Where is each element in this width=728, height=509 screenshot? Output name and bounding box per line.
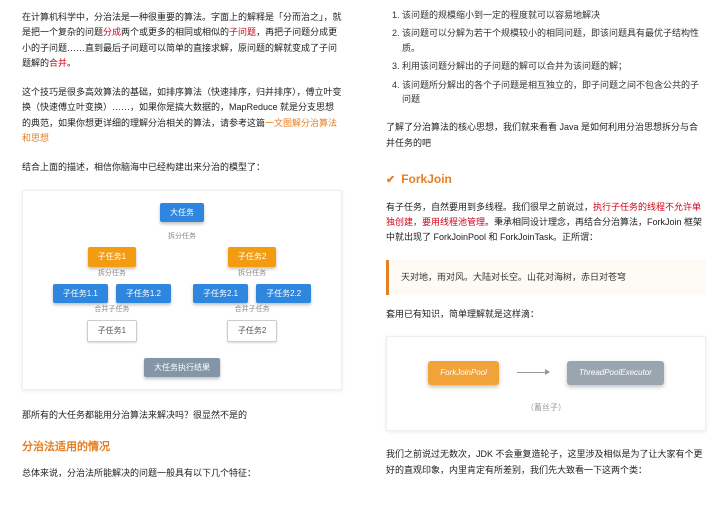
paragraph-analogy: 套用已有知识，简单理解就是这样滴： bbox=[386, 307, 706, 322]
list-item: 该问题可以分解为若干个规模较小的相同问题，即该问题具有最优子结构性质。 bbox=[402, 26, 706, 55]
node-merge2: 子任务2 bbox=[227, 320, 277, 342]
label-merge-l: 合并子任务 bbox=[94, 304, 129, 316]
feature-list: 该问题的规模缩小到一定的程度就可以容易地解决 该问题可以分解为若干个规模较小的相… bbox=[386, 8, 706, 106]
list-item: 该问题的规模缩小到一定的程度就可以容易地解决 bbox=[402, 8, 706, 22]
node-sub1-1: 子任务1.1 bbox=[53, 284, 108, 304]
section-heading-forkjoin: ForkJoin bbox=[386, 169, 706, 190]
node-root: 大任务 bbox=[160, 203, 204, 223]
node-final: 大任务执行结果 bbox=[144, 358, 220, 378]
label-split-sub: 拆分任务 bbox=[98, 268, 126, 280]
section-heading-applicable: 分治法适用的情况 bbox=[22, 438, 342, 457]
diagram-caption: （蓄丝子） bbox=[403, 401, 689, 415]
paragraph-java-intro: 了解了分治算法的核心思想，我们就来看看 Java 是如何利用分治思想拆分与合并任… bbox=[386, 120, 706, 151]
label-split: 拆分任务 bbox=[168, 231, 196, 243]
paragraph-question: 那所有的大任务都能用分治算法来解决吗？很显然不是的 bbox=[22, 408, 342, 423]
node-merge1: 子任务1 bbox=[87, 320, 137, 342]
node-sub2: 子任务2 bbox=[228, 247, 276, 267]
paragraph-jdk-note: 我们之前说过无数次，JDK 不会重复造轮子，这里涉及相似是为了让大家有个更好的直… bbox=[386, 447, 706, 478]
list-item: 该问题所分解出的各个子问题是相互独立的，即子问题之间不包含公共的子问题 bbox=[402, 78, 706, 107]
paragraph-algorithms: 这个技巧是很多高效算法的基础，如排序算法（快速排序，归并排序），傅立叶变换（快速… bbox=[22, 85, 342, 146]
diagram-task-tree: 大任务 拆分任务 子任务1 拆分任务 子任务1.1 子任务1.2 合并子任务 子… bbox=[22, 190, 342, 391]
node-sub1-2: 子任务1.2 bbox=[116, 284, 171, 304]
label-split-sub-r: 拆分任务 bbox=[238, 268, 266, 280]
node-forkjoinpool: ForkJoinPool bbox=[428, 361, 499, 385]
node-sub2-1: 子任务2.1 bbox=[193, 284, 248, 304]
quote-poem: 天对地，雨对风。大陆对长空。山花对海树，赤日对苍穹 bbox=[386, 260, 706, 295]
paragraph-forkjoin-desc: 有子任务，自然要用到多线程。我们很早之前说过，执行子任务的线程不允许单独创建，要… bbox=[386, 200, 706, 246]
list-item: 利用该问题分解出的子问题的解可以合并为该问题的解； bbox=[402, 59, 706, 73]
paragraph-divide-conquer: 在计算机科学中，分治法是一种很重要的算法。字面上的解释是「分而治之」，就是把一个… bbox=[22, 10, 342, 71]
node-threadpoolexecutor: ThreadPoolExecutor bbox=[567, 361, 664, 385]
node-sub2-2: 子任务2.2 bbox=[256, 284, 311, 304]
arrow-icon bbox=[517, 372, 549, 373]
diagram-forkjoin-analogy: ForkJoinPool ThreadPoolExecutor （蓄丝子） bbox=[386, 336, 706, 431]
paragraph-features-intro: 总体来说，分治法所能解决的问题一般具有以下几个特征： bbox=[22, 466, 342, 481]
node-sub1: 子任务1 bbox=[88, 247, 136, 267]
paragraph-model: 结合上面的描述，相信你脑海中已经构建出来分治的模型了： bbox=[22, 160, 342, 175]
label-merge-r: 合并子任务 bbox=[235, 304, 270, 316]
